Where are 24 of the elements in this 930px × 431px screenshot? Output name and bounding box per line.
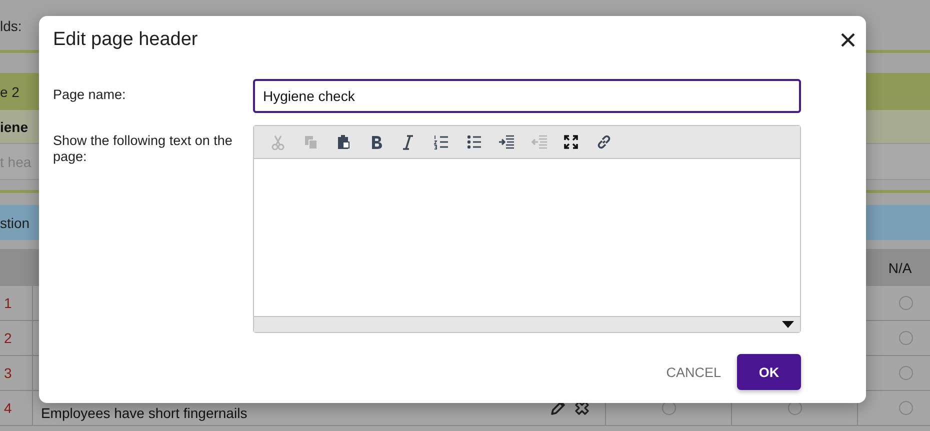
radio-button[interactable] [899, 401, 914, 415]
indent-icon[interactable] [498, 134, 514, 150]
radio-button[interactable] [899, 366, 914, 380]
question-text: Employees have short fingernails [40, 405, 248, 423]
radio-button[interactable] [899, 331, 914, 345]
field-label: Page name: [53, 86, 127, 104]
link-icon[interactable] [596, 134, 612, 150]
close-icon [841, 33, 855, 47]
row-number: 3 [0, 356, 33, 390]
bulleted-list-icon[interactable] [466, 134, 482, 150]
column-header: N/A [887, 260, 912, 276]
maximize-icon[interactable] [563, 134, 580, 150]
row-number: 4 [0, 391, 33, 425]
row-number: 2 [0, 321, 33, 355]
row-number: 1 [0, 286, 33, 320]
cancel-button[interactable]: CANCEL [666, 356, 721, 388]
dropdown-arrow-icon [782, 321, 794, 328]
clipboard-icon[interactable] [335, 134, 352, 150]
dialog-title: Edit page header [53, 29, 198, 51]
fields-label: lds: [0, 18, 22, 34]
ok-button[interactable]: OK [737, 354, 801, 390]
numbered-list-icon[interactable] [432, 134, 449, 150]
radio-button[interactable] [899, 296, 914, 310]
page-name-field[interactable]: Hygiene check [253, 79, 801, 113]
